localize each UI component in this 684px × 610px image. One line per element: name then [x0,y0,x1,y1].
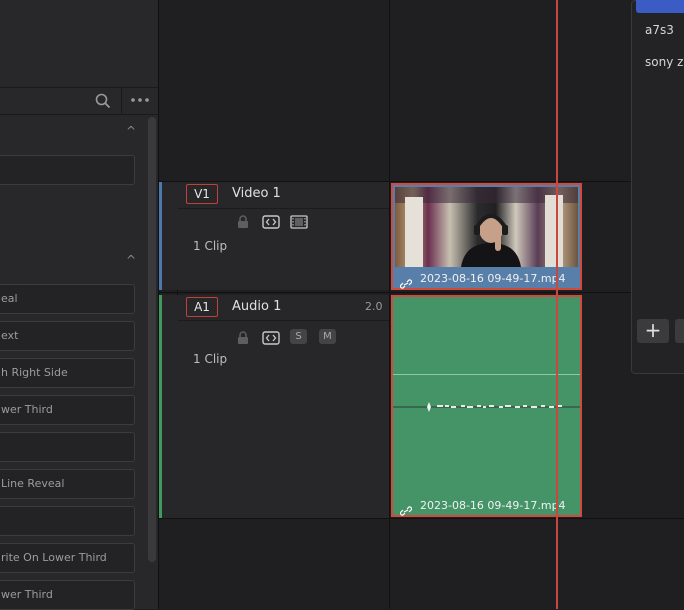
track-divider [159,518,684,519]
audio-clip[interactable]: 2023-08-16 09-49-17.mp4 [391,295,582,517]
playhead[interactable] [556,0,558,609]
link-icon [399,501,413,516]
effect-item[interactable]: eal [0,284,135,314]
auto-select-icon[interactable] [262,330,280,345]
video-clip-count: 1 Clip [193,239,228,253]
toolbar-divider [121,88,122,114]
link-icon [399,274,413,289]
effect-item[interactable]: h Right Side [0,358,135,388]
search-icon[interactable] [94,92,112,110]
audio-waveform [393,402,580,412]
video-track-tag[interactable]: V1 [186,184,218,204]
audio-track-tag[interactable]: A1 [186,297,218,317]
mute-button[interactable]: M [319,329,336,344]
solo-button[interactable]: S [290,329,307,344]
audio-volume-line[interactable] [393,374,580,375]
video-track-name[interactable]: Video 1 [232,186,281,201]
effect-item[interactable]: rite On Lower Third [0,543,135,573]
video-thumbnail [395,187,578,267]
auto-select-icon[interactable] [262,214,280,229]
audio-clip-name: 2023-08-16 09-49-17.mp4 [420,499,566,512]
delete-bin-button[interactable] [675,319,684,343]
person-silhouette [461,214,521,267]
lock-icon[interactable] [237,214,249,228]
bin-item[interactable]: sony z [645,55,683,69]
collapse-section-icon[interactable]: ^ [126,124,136,138]
effect-item[interactable]: wer Third [0,395,135,425]
video-track-color-bar [159,182,162,290]
effect-item[interactable]: Line Reveal [0,469,135,499]
track-divider [159,292,684,293]
track-divider [159,181,684,182]
track-header-divider [178,208,389,209]
lock-icon[interactable] [237,330,249,344]
collapse-titles-icon[interactable]: ^ [126,253,136,267]
selected-bin-item[interactable] [636,0,684,13]
audio-track-color-bar [159,295,162,519]
track-header-divider [178,320,389,321]
video-clip[interactable]: 2023-08-16 09-49-17.mp4 [391,183,582,290]
effect-search-field[interactable] [0,155,135,185]
effect-item[interactable] [0,506,135,536]
film-strip-icon[interactable] [290,214,308,229]
effect-item[interactable]: ext [0,321,135,351]
audio-track-header [159,295,389,519]
effects-scrollbar[interactable] [148,117,156,562]
bin-list-panel: a7s3 sony z + [631,0,684,374]
audio-clip-count: 1 Clip [193,352,228,366]
effect-item[interactable]: wer Third [0,580,135,610]
add-bin-button[interactable]: + [637,319,669,343]
effect-item[interactable] [0,432,135,462]
video-clip-name: 2023-08-16 09-49-17.mp4 [420,272,566,285]
audio-track-name[interactable]: Audio 1 [232,299,281,314]
bin-item[interactable]: a7s3 [645,23,674,37]
audio-channel-format: 2.0 [365,300,383,313]
more-options-icon[interactable] [130,92,150,108]
